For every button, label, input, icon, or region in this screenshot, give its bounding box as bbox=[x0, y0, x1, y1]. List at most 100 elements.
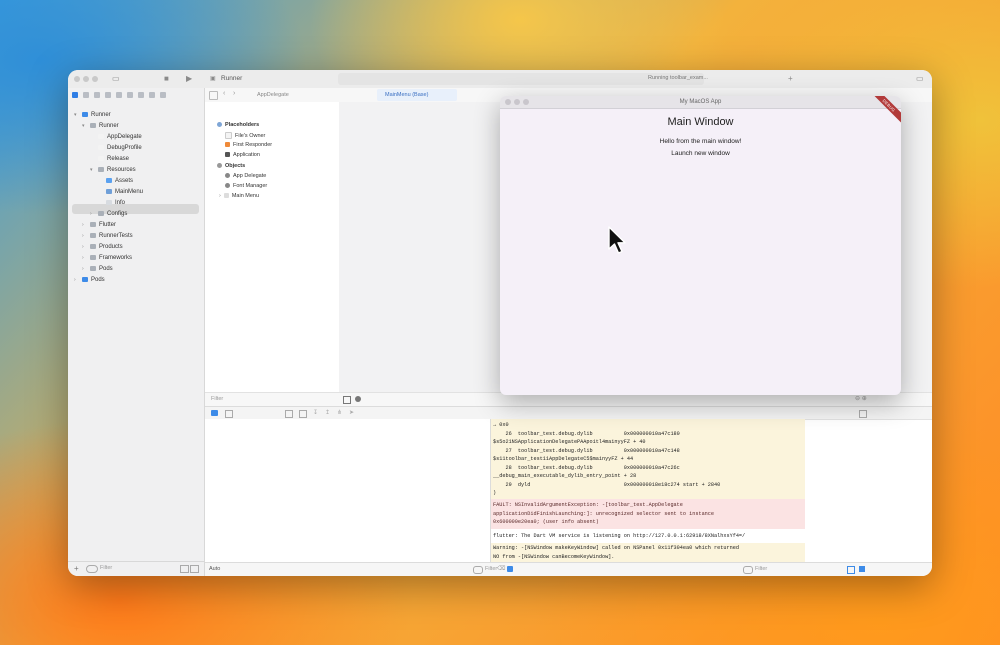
folder-icon bbox=[98, 210, 104, 216]
entitlements-file-icon bbox=[98, 144, 104, 150]
tree-item[interactable]: › Products bbox=[82, 242, 123, 252]
objects-header: Objects bbox=[217, 163, 245, 169]
tree-item[interactable]: Release bbox=[98, 154, 129, 164]
swift-file-icon bbox=[98, 133, 104, 139]
filter-icon[interactable] bbox=[86, 565, 98, 573]
tree-item[interactable]: ▾ Runner bbox=[74, 110, 111, 120]
tree-item[interactable]: › Pods bbox=[82, 264, 113, 274]
tree-item[interactable]: MainMenu bbox=[106, 187, 143, 197]
back-icon[interactable]: ‹ bbox=[223, 90, 225, 97]
breakpoints-toggle-icon[interactable] bbox=[225, 410, 233, 418]
close-button[interactable] bbox=[74, 76, 80, 82]
trash-icon[interactable]: ⌫ bbox=[497, 565, 505, 572]
filter-icon[interactable] bbox=[743, 566, 753, 574]
console-only-icon[interactable] bbox=[859, 566, 865, 572]
debug-bottom-bar: Auto Filter ⌫ Filter bbox=[205, 562, 932, 576]
minimize-button[interactable] bbox=[514, 99, 520, 105]
cube-icon bbox=[217, 122, 222, 128]
folder-icon bbox=[90, 243, 96, 249]
tree-item[interactable]: › Pods bbox=[74, 275, 105, 285]
editor-tab-active[interactable]: MainMenu (Base) bbox=[385, 92, 428, 98]
forward-icon[interactable]: › bbox=[233, 90, 235, 97]
asset-catalog-icon bbox=[106, 177, 112, 183]
stop-icon[interactable]: ■ bbox=[164, 74, 169, 83]
zoom-controls-icon[interactable]: ⊖ ⊕ bbox=[855, 395, 867, 402]
page-title: Main Window bbox=[667, 116, 734, 128]
step-over-icon[interactable] bbox=[299, 410, 307, 418]
debug-view-hierarchy-icon[interactable]: ⋔ bbox=[337, 409, 342, 416]
console-output[interactable]: → 0x0 26 toolbar_test.debug.dylib 0x0000… bbox=[490, 419, 805, 563]
zoom-button[interactable] bbox=[523, 99, 529, 105]
tree-item[interactable]: AppDelegate bbox=[98, 132, 142, 142]
tree-item[interactable]: Assets bbox=[106, 176, 133, 186]
breakpoint-icon[interactable] bbox=[149, 92, 155, 98]
fault-text: FAULT: NSInvalidArgumentException: -[too… bbox=[493, 502, 715, 525]
test-icon[interactable] bbox=[127, 92, 133, 98]
tree-item[interactable]: › Frameworks bbox=[82, 253, 132, 263]
debug-icon[interactable] bbox=[138, 92, 144, 98]
cube-icon bbox=[225, 173, 230, 179]
zoom-button[interactable] bbox=[92, 76, 98, 82]
console-filter-input[interactable]: Filter bbox=[755, 566, 767, 572]
minimize-button[interactable] bbox=[83, 76, 89, 82]
sidebar-toggle-icon[interactable]: ▭ bbox=[112, 74, 120, 83]
location-icon[interactable]: ➤ bbox=[349, 409, 354, 416]
tree-item[interactable]: ▾ Resources bbox=[90, 165, 136, 175]
outline-toggle-icon[interactable] bbox=[343, 396, 351, 404]
add-icon[interactable]: + bbox=[788, 74, 793, 83]
app-window-title: My MacOS App bbox=[679, 99, 722, 105]
search-icon[interactable] bbox=[105, 92, 111, 98]
outline-item[interactable]: File's Owner bbox=[225, 132, 265, 139]
warning-text: Warning: -[NSWindow makeKeyWindow] calle… bbox=[493, 545, 739, 560]
appearance-icon[interactable] bbox=[355, 396, 361, 402]
run-icon[interactable]: ▶ bbox=[186, 74, 192, 83]
split-view-icon[interactable] bbox=[847, 566, 855, 574]
document-outline: Placeholders File's Owner First Responde… bbox=[205, 102, 339, 392]
tree-item[interactable]: ▾ Runner bbox=[82, 121, 119, 131]
menu-icon bbox=[223, 193, 229, 199]
variables-filter-input[interactable]: Filter bbox=[485, 566, 497, 572]
navigator-filter-input[interactable]: Filter bbox=[100, 565, 112, 571]
warning-icon[interactable] bbox=[116, 92, 122, 98]
related-items-icon[interactable] bbox=[209, 91, 218, 100]
console-toggle-icon[interactable] bbox=[507, 566, 513, 572]
console-options-icon[interactable] bbox=[859, 410, 867, 418]
source-control-icon[interactable] bbox=[83, 92, 89, 98]
scheme-selector[interactable]: Runner bbox=[221, 75, 242, 82]
navigator-tabs bbox=[72, 92, 202, 102]
tree-item[interactable]: › Configs bbox=[90, 209, 127, 219]
app-icon: ▣ bbox=[210, 76, 216, 82]
recent-files-icon[interactable] bbox=[180, 565, 189, 573]
outline-item[interactable]: Application bbox=[225, 152, 260, 158]
outline-item[interactable]: › Main Menu bbox=[219, 193, 259, 199]
tree-item[interactable]: › Flutter bbox=[82, 220, 116, 230]
outline-item[interactable]: Font Manager bbox=[225, 183, 267, 189]
filter-icon[interactable] bbox=[473, 566, 483, 574]
bookmark-icon[interactable] bbox=[94, 92, 100, 98]
tree-item[interactable]: Info bbox=[106, 198, 125, 208]
folder-icon bbox=[90, 265, 96, 271]
add-icon[interactable]: + bbox=[74, 564, 79, 573]
project-icon bbox=[82, 111, 88, 117]
variables-view bbox=[205, 419, 490, 563]
launch-new-window-button[interactable]: Launch new window bbox=[500, 150, 901, 157]
report-icon[interactable] bbox=[160, 92, 166, 98]
source-control-filter-icon[interactable] bbox=[190, 565, 199, 573]
tree-item[interactable]: › RunnerTests bbox=[82, 231, 133, 241]
outline-item[interactable]: First Responder bbox=[225, 142, 272, 148]
outline-item[interactable]: App Delegate bbox=[225, 173, 266, 179]
tree-item[interactable]: DebugProfile bbox=[98, 143, 142, 153]
step-into-icon[interactable]: ↧ bbox=[313, 409, 318, 416]
variables-scope-select[interactable]: Auto bbox=[209, 566, 220, 572]
app-window-titlebar[interactable]: My MacOS App bbox=[500, 96, 901, 109]
folder-icon bbox=[90, 122, 96, 128]
outline-filter-input[interactable]: Filter bbox=[211, 396, 223, 402]
pause-icon[interactable] bbox=[285, 410, 293, 418]
editor-tab[interactable]: AppDelegate bbox=[257, 92, 289, 98]
hide-debug-area-icon[interactable] bbox=[211, 410, 218, 416]
cube-icon bbox=[225, 183, 230, 189]
folder-icon[interactable] bbox=[72, 92, 78, 98]
inspector-toggle-icon[interactable]: ▭ bbox=[916, 74, 924, 83]
close-button[interactable] bbox=[505, 99, 511, 105]
step-out-icon[interactable]: ↥ bbox=[325, 409, 330, 416]
